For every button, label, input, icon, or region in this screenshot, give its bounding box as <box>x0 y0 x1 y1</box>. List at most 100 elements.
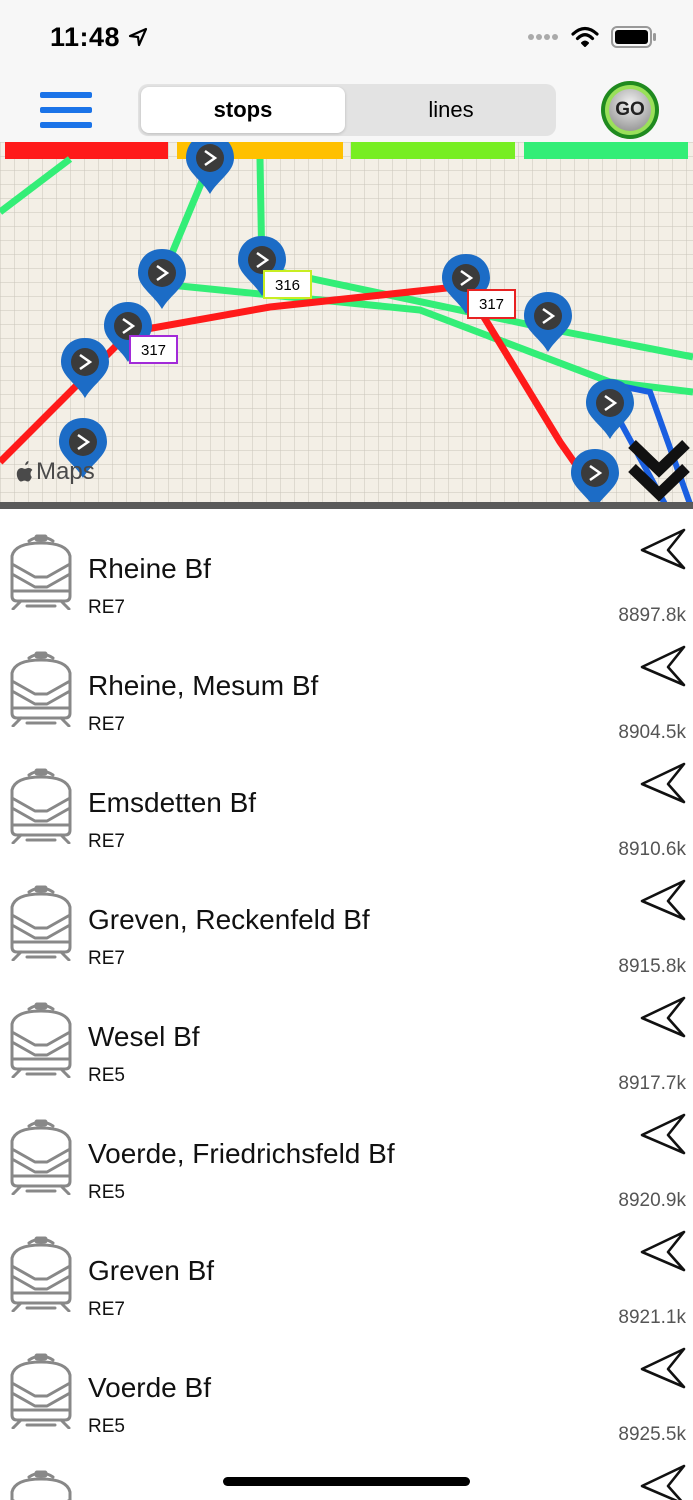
navigate-arrow-icon <box>640 762 686 804</box>
nav-bar: stops lines GO <box>0 78 693 142</box>
apple-maps-attribution[interactable]: Maps <box>16 458 95 486</box>
navigate-arrow-icon <box>640 1230 686 1272</box>
train-icon-wrap <box>7 1470 75 1500</box>
train-icon-wrap <box>7 1236 75 1313</box>
navigate-button[interactable] <box>638 1229 688 1275</box>
svg-text:317: 317 <box>479 296 504 313</box>
cellular-signal-icon <box>528 34 558 40</box>
map-canvas: 316 317 317 <box>0 142 693 504</box>
hamburger-menu-icon[interactable] <box>40 88 94 132</box>
stop-line: RE5 <box>88 1065 125 1086</box>
navigate-arrow-icon <box>640 1113 686 1155</box>
train-icon-wrap <box>7 534 75 611</box>
stop-row[interactable]: Greven, Reckenfeld Bf RE7 8915.8k <box>0 860 693 977</box>
map-list-divider <box>0 502 693 509</box>
stop-row[interactable]: Rheine Bf RE7 8897.8k <box>0 509 693 626</box>
svg-text:316: 316 <box>275 277 300 294</box>
train-icon <box>10 1002 72 1079</box>
train-icon <box>10 1353 72 1430</box>
status-time: 11:48 <box>50 22 148 53</box>
navigate-button[interactable] <box>638 878 688 924</box>
stop-row[interactable]: Emsdetten Bf RE7 8910.6k <box>0 743 693 860</box>
train-icon-wrap <box>7 1002 75 1079</box>
tab-stops[interactable]: stops <box>141 87 345 133</box>
stop-name: Greven, Reckenfeld Bf <box>88 904 370 935</box>
train-icon <box>10 1470 72 1500</box>
navigate-button[interactable] <box>638 527 688 573</box>
stop-name: Rheine Bf <box>88 553 211 584</box>
stop-distance: 8910.6k <box>618 839 686 860</box>
line-label-317: 317 <box>467 289 516 319</box>
stop-name: Emsdetten Bf <box>88 787 257 818</box>
stop-name: Wesel Bf <box>88 1021 200 1052</box>
navigate-arrow-icon <box>640 879 686 921</box>
navigate-arrow-icon <box>640 645 686 687</box>
stops-lines-segmented-control: stops lines <box>138 84 556 136</box>
train-icon <box>10 885 72 962</box>
stop-distance: 8915.8k <box>618 956 686 977</box>
train-icon <box>10 651 72 728</box>
stop-row[interactable] <box>0 1445 693 1500</box>
tab-lines[interactable]: lines <box>349 87 553 133</box>
stop-row[interactable]: Voerde, Friedrichsfeld Bf RE5 8920.9k <box>0 1094 693 1211</box>
stop-distance: 8920.9k <box>618 1190 686 1211</box>
apple-logo-icon <box>16 461 33 482</box>
home-indicator[interactable] <box>223 1477 470 1486</box>
go-button[interactable]: GO <box>600 80 660 140</box>
stop-distance: 8925.5k <box>618 1424 686 1445</box>
train-icon <box>10 1119 72 1196</box>
map-bar-lime <box>351 142 515 159</box>
navigate-button[interactable] <box>638 644 688 690</box>
stop-list[interactable]: Rheine Bf RE7 8897.8k Rheine, Mesum Bf R… <box>0 509 693 1500</box>
wifi-icon <box>571 26 599 47</box>
navigate-arrow-icon <box>640 528 686 570</box>
line-label-317: 317 <box>129 335 178 364</box>
stop-name: Voerde, Friedrichsfeld Bf <box>88 1138 395 1169</box>
stop-distance: 8921.1k <box>618 1307 686 1328</box>
stop-line: RE7 <box>88 1299 125 1320</box>
stop-name: Voerde Bf <box>88 1372 211 1403</box>
stop-line: RE5 <box>88 1182 125 1203</box>
navigate-arrow-icon <box>640 996 686 1038</box>
status-bar: 11:48 <box>0 0 693 78</box>
train-icon-wrap <box>7 1353 75 1430</box>
status-indicators <box>527 26 657 48</box>
stop-line: RE7 <box>88 948 125 969</box>
stop-line: RE7 <box>88 714 125 735</box>
train-icon-wrap <box>7 768 75 845</box>
train-icon-wrap <box>7 651 75 728</box>
stop-distance: 8917.7k <box>618 1073 686 1094</box>
map-view[interactable]: 316 317 317 Maps <box>0 142 693 504</box>
stop-row[interactable]: Greven Bf RE7 8921.1k <box>0 1211 693 1328</box>
map-bar-green <box>524 142 688 159</box>
navigate-arrow-icon <box>640 1347 686 1389</box>
stop-line: RE7 <box>88 597 125 618</box>
collapse-map-button[interactable] <box>628 432 690 502</box>
svg-text:317: 317 <box>141 342 166 359</box>
navigate-button[interactable] <box>638 1346 688 1392</box>
stop-row[interactable]: Wesel Bf RE5 8917.7k <box>0 977 693 1094</box>
stop-row[interactable]: Rheine, Mesum Bf RE7 8904.5k <box>0 626 693 743</box>
stop-name: Rheine, Mesum Bf <box>88 670 319 701</box>
location-arrow-icon <box>128 27 148 47</box>
double-chevron-down-icon <box>628 440 690 502</box>
stop-line: RE5 <box>88 1416 125 1437</box>
maps-attribution-text: Maps <box>36 458 95 485</box>
line-label-316: 316 <box>263 270 312 299</box>
stop-line: RE7 <box>88 831 125 852</box>
navigate-button[interactable] <box>638 761 688 807</box>
battery-icon <box>611 26 656 48</box>
train-icon <box>10 1236 72 1313</box>
navigate-button[interactable] <box>638 995 688 1041</box>
navigate-arrow-icon <box>640 1464 686 1500</box>
stop-row[interactable]: Voerde Bf RE5 8925.5k <box>0 1328 693 1445</box>
train-icon <box>10 768 72 845</box>
go-label: GO <box>615 99 645 120</box>
navigate-button[interactable] <box>638 1112 688 1158</box>
stop-name: Greven Bf <box>88 1255 215 1286</box>
stop-distance: 8904.5k <box>618 722 686 743</box>
train-icon-wrap <box>7 1119 75 1196</box>
navigate-button[interactable] <box>638 1463 688 1500</box>
stop-distance: 8897.8k <box>618 605 686 626</box>
train-icon-wrap <box>7 885 75 962</box>
